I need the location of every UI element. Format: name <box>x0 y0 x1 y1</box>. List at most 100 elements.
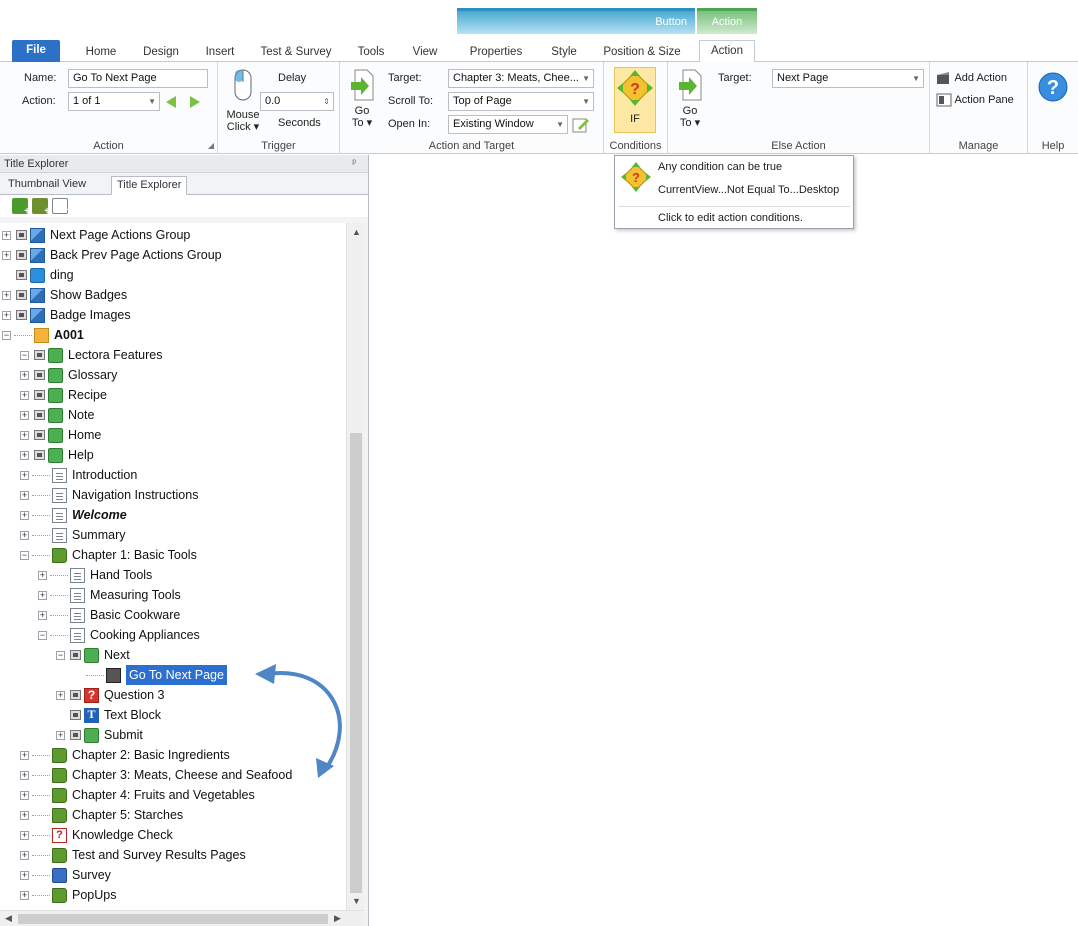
tree-horizontal-scrollbar[interactable]: ◀ ▶ <box>0 910 364 926</box>
mouse-click-trigger-button[interactable]: Mouse Click ▾ <box>226 68 260 133</box>
collapse-icon[interactable]: − <box>2 331 11 340</box>
tab-insert[interactable]: Insert <box>197 44 243 62</box>
expand-icon[interactable]: + <box>2 291 11 300</box>
visibility-toggle-icon[interactable] <box>70 690 81 700</box>
else-target-select[interactable]: Next Page ▼ <box>772 69 924 88</box>
visibility-toggle-icon[interactable] <box>34 430 45 440</box>
tree-row[interactable]: + Measuring Tools <box>0 585 346 605</box>
tree-row[interactable]: + Survey <box>0 865 346 885</box>
tab-home[interactable]: Home <box>78 44 124 62</box>
tree-row[interactable]: + PopUps <box>0 885 346 905</box>
tree-row[interactable]: + Summary <box>0 525 346 545</box>
tree-row[interactable]: + Next Page Actions Group <box>0 225 346 245</box>
tree-row[interactable]: − Next <box>0 645 346 665</box>
collapse-icon[interactable]: − <box>38 631 47 640</box>
visibility-toggle-icon[interactable] <box>16 310 27 320</box>
expand-icon[interactable]: + <box>20 471 29 480</box>
add-page-icon[interactable] <box>52 198 69 216</box>
tree-row[interactable]: + Home <box>0 425 346 445</box>
action-name-field[interactable]: Go To Next Page <box>68 69 208 88</box>
tree-row[interactable]: − Lectora Features <box>0 345 346 365</box>
add-action-button[interactable]: Add Action <box>936 70 1007 88</box>
visibility-toggle-icon[interactable] <box>16 230 27 240</box>
collapse-icon[interactable]: − <box>20 351 29 360</box>
tree-row[interactable]: + Show Badges <box>0 285 346 305</box>
prev-next-action-arrows[interactable] <box>164 94 204 110</box>
visibility-toggle-icon[interactable] <box>34 390 45 400</box>
help-icon[interactable]: ? <box>1037 71 1069 103</box>
expand-icon[interactable]: + <box>20 371 29 380</box>
tree-vertical-scrollbar[interactable]: ▲ ▼ <box>346 223 364 910</box>
visibility-toggle-icon[interactable] <box>16 270 27 280</box>
open-in-select[interactable]: Existing Window ▼ <box>448 115 568 134</box>
tab-tools[interactable]: Tools <box>350 44 392 62</box>
tab-file[interactable]: File <box>12 40 60 62</box>
delay-field[interactable]: 0.0 ⇕ <box>260 92 334 111</box>
tree-row[interactable]: Go To Next Page <box>0 665 346 685</box>
tab-position-size[interactable]: Position & Size <box>596 44 688 62</box>
tree-row[interactable]: + Badge Images <box>0 305 346 325</box>
tree-row[interactable]: + Glossary <box>0 365 346 385</box>
tab-action[interactable]: Action <box>699 40 755 63</box>
visibility-toggle-icon[interactable] <box>16 290 27 300</box>
expand-icon[interactable]: + <box>56 691 65 700</box>
collapse-icon[interactable]: − <box>20 551 29 560</box>
vertical-scroll-thumb[interactable] <box>350 433 362 893</box>
expand-icon[interactable]: + <box>38 611 47 620</box>
tab-test-survey[interactable]: Test & Survey <box>254 44 338 62</box>
scroll-left-icon[interactable]: ◀ <box>5 913 12 924</box>
expand-icon[interactable]: + <box>20 891 29 900</box>
else-go-to-button[interactable]: Go To ▾ <box>676 68 704 129</box>
visibility-toggle-icon[interactable] <box>16 250 27 260</box>
tree-row[interactable]: + Navigation Instructions <box>0 485 346 505</box>
visibility-toggle-icon[interactable] <box>70 650 81 660</box>
scroll-down-icon[interactable]: ▼ <box>352 896 361 906</box>
tree-row[interactable]: − Chapter 1: Basic Tools <box>0 545 346 565</box>
tab-view[interactable]: View <box>404 44 446 62</box>
tab-properties[interactable]: Properties <box>460 44 532 62</box>
tree-row[interactable]: − Cooking Appliances <box>0 625 346 645</box>
tree-row[interactable]: − A001 <box>0 325 346 345</box>
tree-row[interactable]: + Chapter 2: Basic Ingredients <box>0 745 346 765</box>
expand-icon[interactable]: + <box>20 431 29 440</box>
tab-style[interactable]: Style <box>540 44 588 62</box>
expand-icon[interactable]: + <box>20 511 29 520</box>
expand-icon[interactable]: + <box>20 411 29 420</box>
expand-icon[interactable]: + <box>20 851 29 860</box>
expand-icon[interactable]: + <box>20 391 29 400</box>
visibility-toggle-icon[interactable] <box>34 410 45 420</box>
expand-icon[interactable]: + <box>20 831 29 840</box>
action-index-select[interactable]: 1 of 1 ▼ <box>68 92 160 111</box>
tree-row[interactable]: + Chapter 5: Starches <box>0 805 346 825</box>
action-pane-button[interactable]: Action Pane <box>936 92 1014 110</box>
visibility-toggle-icon[interactable] <box>70 710 81 720</box>
tree-row[interactable]: + Introduction <box>0 465 346 485</box>
expand-icon[interactable]: + <box>20 771 29 780</box>
scroll-to-select[interactable]: Top of Page ▼ <box>448 92 594 111</box>
visibility-toggle-icon[interactable] <box>34 450 45 460</box>
tab-design[interactable]: Design <box>136 44 186 62</box>
tree-row[interactable]: + Submit <box>0 725 346 745</box>
go-to-button[interactable]: Go To ▾ <box>348 68 376 129</box>
tree-row[interactable]: + Note <box>0 405 346 425</box>
target-select[interactable]: Chapter 3: Meats, Chee... ▼ <box>448 69 594 88</box>
collapse-icon[interactable]: − <box>56 651 65 660</box>
if-conditions-button[interactable]: ? IF <box>614 67 656 133</box>
tree-row[interactable]: + Welcome <box>0 505 346 525</box>
expand-icon[interactable]: + <box>38 591 47 600</box>
scroll-up-icon[interactable]: ▲ <box>352 227 361 237</box>
tree-row[interactable]: + Basic Cookware <box>0 605 346 625</box>
tree-row[interactable]: + Chapter 4: Fruits and Vegetables <box>0 785 346 805</box>
dialog-launcher-icon[interactable]: ◢ <box>208 141 214 150</box>
tree-row[interactable]: + Help <box>0 445 346 465</box>
expand-icon[interactable]: + <box>20 491 29 500</box>
tree-row[interactable]: + Chapter 3: Meats, Cheese and Seafood <box>0 765 346 785</box>
expand-icon[interactable]: + <box>20 451 29 460</box>
tree-row[interactable]: + Back Prev Page Actions Group <box>0 245 346 265</box>
horizontal-scroll-thumb[interactable] <box>18 914 328 924</box>
tree-row[interactable]: +? Knowledge Check <box>0 825 346 845</box>
page-canvas[interactable] <box>370 155 1078 926</box>
pin-icon[interactable]: ᵖ <box>352 155 356 173</box>
open-in-properties-icon[interactable] <box>572 116 590 134</box>
tree-row[interactable]: + Test and Survey Results Pages <box>0 845 346 865</box>
